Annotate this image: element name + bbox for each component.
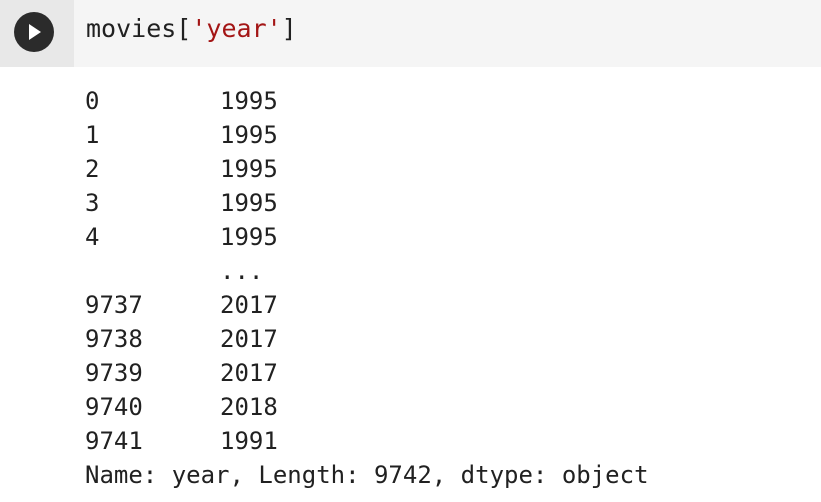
code-token-string: 'year' [191, 14, 282, 43]
row-value: 1995 [220, 223, 278, 251]
row-value: 2017 [220, 359, 278, 387]
row-value: 2017 [220, 325, 278, 353]
row-value: 1995 [220, 87, 278, 115]
row-value: 1991 [220, 427, 278, 455]
output-row: 0 1995 [85, 84, 805, 118]
row-index: 9737 [85, 291, 143, 319]
notebook-cell: movies['year'] 0 1995 1 1995 2 1995 3 19… [0, 0, 821, 502]
output-row: 9740 2018 [85, 390, 805, 424]
row-value: 1995 [220, 189, 278, 217]
output-row: 9738 2017 [85, 322, 805, 356]
code-token-identifier: movies[ [86, 14, 192, 43]
row-value: 1995 [220, 155, 278, 183]
output-row: 9739 2017 [85, 356, 805, 390]
row-index: 3 [85, 189, 100, 217]
code-editor[interactable]: movies['year'] [74, 0, 821, 67]
row-index: 9738 [85, 325, 143, 353]
row-value: 2017 [220, 291, 278, 319]
code-line: movies['year'] [86, 13, 297, 45]
ellipsis: ... [220, 257, 264, 285]
cell-gutter [0, 0, 74, 67]
row-index: 4 [85, 223, 100, 251]
series-summary: Name: year, Length: 9742, dtype: object [85, 461, 649, 489]
row-value: 1995 [220, 121, 278, 149]
run-cell-button[interactable] [14, 12, 54, 52]
cell-output: 0 1995 1 1995 2 1995 3 1995 4 1995 ... 9… [85, 84, 805, 492]
output-row: 9737 2017 [85, 288, 805, 322]
output-row: 3 1995 [85, 186, 805, 220]
row-index: 2 [85, 155, 100, 183]
row-value: 2018 [220, 393, 278, 421]
row-index: 9741 [85, 427, 143, 455]
row-index: 9739 [85, 359, 143, 387]
row-index: 0 [85, 87, 100, 115]
output-row: 2 1995 [85, 152, 805, 186]
code-token-bracket: ] [281, 14, 297, 43]
play-icon [29, 24, 41, 40]
output-row: 9741 1991 [85, 424, 805, 458]
output-ellipsis-row: ... [85, 254, 805, 288]
row-index: 1 [85, 121, 100, 149]
output-row: 4 1995 [85, 220, 805, 254]
output-row: 1 1995 [85, 118, 805, 152]
row-index: 9740 [85, 393, 143, 421]
